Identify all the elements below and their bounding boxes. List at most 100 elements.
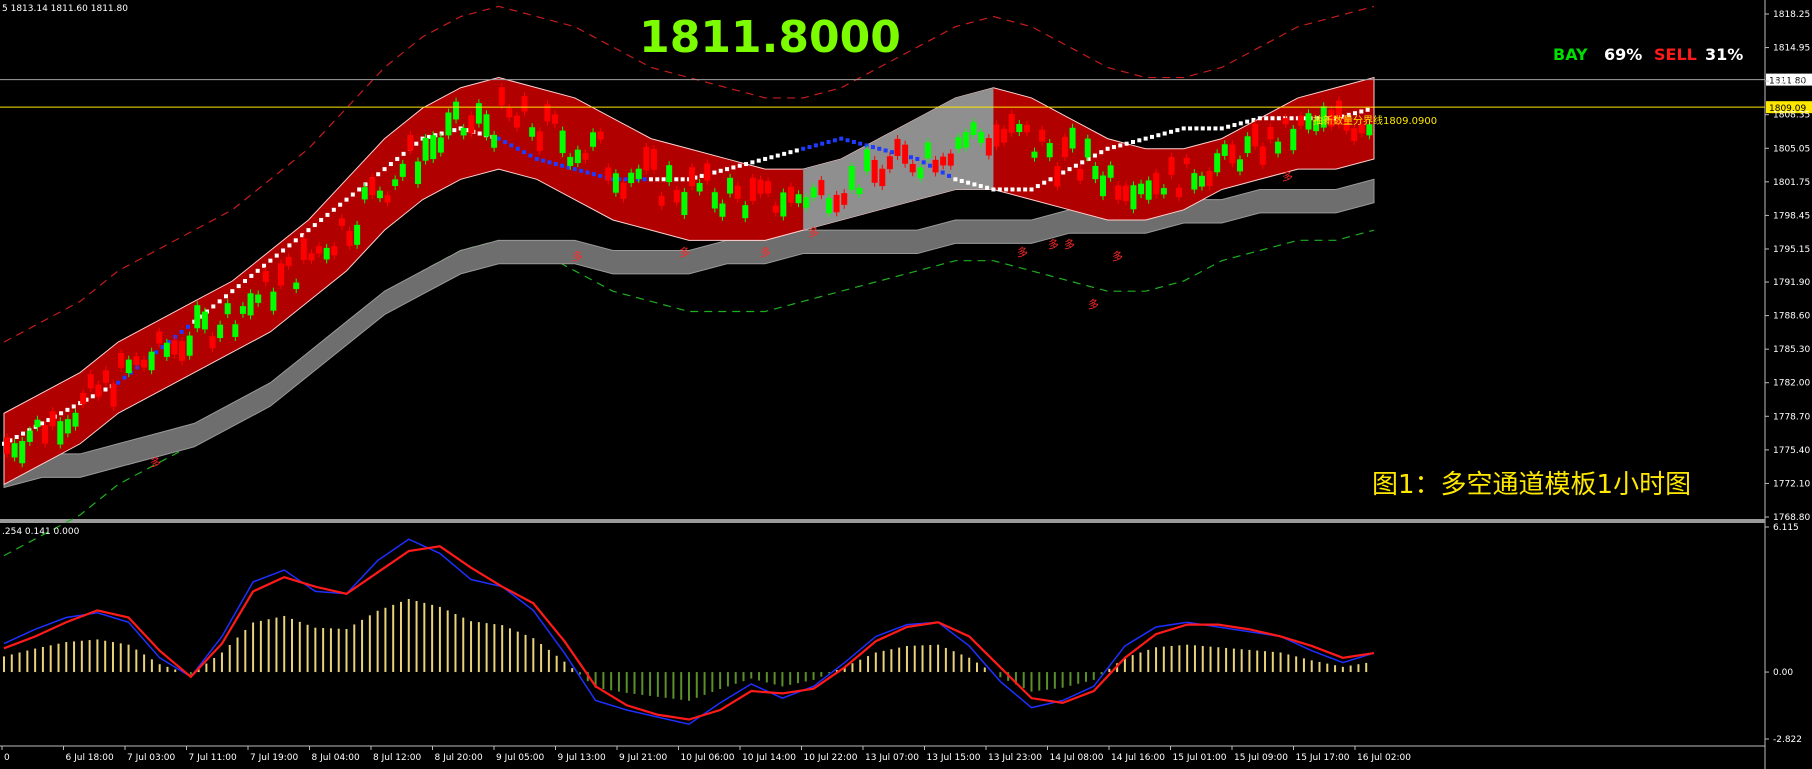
mid-line-dot bbox=[236, 284, 241, 289]
mid-line-dot bbox=[1124, 141, 1129, 146]
candle-body bbox=[422, 137, 429, 161]
mid-line-dot bbox=[839, 136, 844, 141]
mid-line-dot bbox=[940, 170, 945, 175]
y-tick-label: 1805.05 bbox=[1773, 144, 1810, 154]
mid-line-dot bbox=[788, 150, 793, 155]
x-tick-label: 7 Jul 11:00 bbox=[189, 753, 238, 763]
mid-line-dot bbox=[40, 421, 45, 426]
candle-body bbox=[963, 132, 969, 148]
mid-line-dot bbox=[1352, 111, 1357, 116]
mid-line-dot bbox=[528, 153, 533, 158]
mid-line-dot bbox=[306, 228, 311, 233]
candle-body bbox=[932, 159, 939, 173]
mid-line-dot bbox=[1200, 126, 1205, 131]
mid-line-dot bbox=[959, 178, 964, 183]
mid-line-dot bbox=[1010, 187, 1015, 192]
candle-body bbox=[1023, 124, 1030, 133]
candle-body bbox=[247, 293, 254, 316]
mid-line-dot bbox=[801, 146, 806, 151]
candle-body bbox=[924, 142, 931, 159]
candle-body bbox=[582, 153, 589, 160]
candle-body bbox=[407, 135, 414, 151]
mid-line-dot bbox=[744, 162, 749, 167]
mid-line-dot bbox=[775, 153, 780, 158]
candle-body bbox=[513, 115, 520, 128]
candle-body bbox=[879, 168, 886, 187]
candle-body bbox=[1176, 187, 1183, 198]
mid-line-dot bbox=[1213, 126, 1218, 131]
candle-body bbox=[346, 230, 353, 246]
candle-body bbox=[42, 425, 49, 444]
mid-line-dot bbox=[712, 170, 717, 175]
candle-body bbox=[179, 341, 186, 361]
candle-body bbox=[1039, 129, 1046, 142]
candle-body bbox=[255, 294, 262, 303]
x-tick-label: 6 Jul 18:00 bbox=[66, 753, 115, 763]
candle-body bbox=[323, 247, 330, 260]
candle-body bbox=[1168, 157, 1175, 176]
mid-line-dot bbox=[268, 258, 273, 263]
signal-marker: 多 bbox=[150, 455, 161, 469]
candle-body bbox=[1259, 146, 1266, 165]
mid-line-dot bbox=[515, 146, 520, 151]
signal-marker: 多 bbox=[1017, 245, 1028, 259]
mid-line-dot bbox=[1143, 136, 1148, 141]
mid-line-dot bbox=[90, 394, 95, 399]
mid-line-dot bbox=[331, 207, 336, 212]
x-tick-label: 13 Jul 23:00 bbox=[988, 753, 1042, 763]
candle-body bbox=[1214, 153, 1221, 173]
candle-body bbox=[338, 218, 345, 227]
candle-body bbox=[978, 132, 985, 143]
mid-line-dot bbox=[908, 155, 913, 160]
candle-body bbox=[681, 192, 688, 216]
mid-line-dot bbox=[401, 151, 406, 156]
candle-body bbox=[856, 187, 863, 195]
mid-line-dot bbox=[1073, 163, 1078, 168]
candle-body bbox=[1077, 168, 1084, 181]
candle-body bbox=[1138, 183, 1145, 195]
candle-body bbox=[1061, 136, 1068, 157]
candle-body bbox=[1069, 127, 1076, 149]
ind-y-tick-label: 6.115 bbox=[1773, 523, 1799, 533]
candle-body bbox=[308, 253, 315, 261]
candle-body bbox=[597, 131, 604, 140]
candle-body bbox=[384, 195, 391, 203]
mid-line-dot bbox=[477, 131, 482, 136]
mid-line-dot bbox=[572, 167, 577, 172]
mid-line-dot bbox=[547, 160, 552, 165]
mid-line-dot bbox=[179, 329, 184, 334]
mid-line-dot bbox=[230, 289, 235, 294]
indicator-panel[interactable] bbox=[3, 538, 1375, 726]
candle-body bbox=[11, 443, 18, 458]
mid-line-dot bbox=[122, 375, 127, 380]
chart-frame bbox=[0, 0, 1766, 769]
mid-line-dot bbox=[496, 136, 501, 141]
candle-body bbox=[947, 153, 954, 166]
candle-body bbox=[1282, 118, 1289, 125]
candle-body bbox=[483, 114, 490, 137]
y-tick-label: 1782.00 bbox=[1773, 379, 1810, 389]
candle-body bbox=[1305, 113, 1312, 130]
x-tick-label: 7 Jul 19:00 bbox=[250, 753, 299, 763]
candle-body bbox=[1351, 128, 1358, 141]
signal-marker: 多 bbox=[572, 249, 583, 263]
candle-body bbox=[1145, 180, 1152, 200]
y-tick-label: 1778.70 bbox=[1773, 412, 1810, 422]
mid-line-dot bbox=[1035, 184, 1040, 189]
mid-line-dot bbox=[1086, 156, 1091, 161]
y-tick-label: 1808.35 bbox=[1773, 111, 1810, 121]
mid-line-dot bbox=[889, 150, 894, 155]
candle-body bbox=[72, 412, 79, 427]
candle-body bbox=[985, 138, 992, 156]
mid-line-dot bbox=[661, 177, 666, 182]
mid-line-dot bbox=[1016, 187, 1021, 192]
candle-body bbox=[658, 195, 665, 206]
mid-line-dot bbox=[388, 162, 393, 167]
signal-marker: 多 bbox=[679, 245, 690, 259]
candle-body bbox=[125, 359, 132, 374]
x-tick-label: 15 Jul 09:00 bbox=[1234, 753, 1288, 763]
candle-body bbox=[757, 179, 764, 194]
mid-line-dot bbox=[553, 162, 558, 167]
signal-marker: 多 bbox=[1282, 169, 1293, 183]
candle-body bbox=[696, 183, 703, 192]
